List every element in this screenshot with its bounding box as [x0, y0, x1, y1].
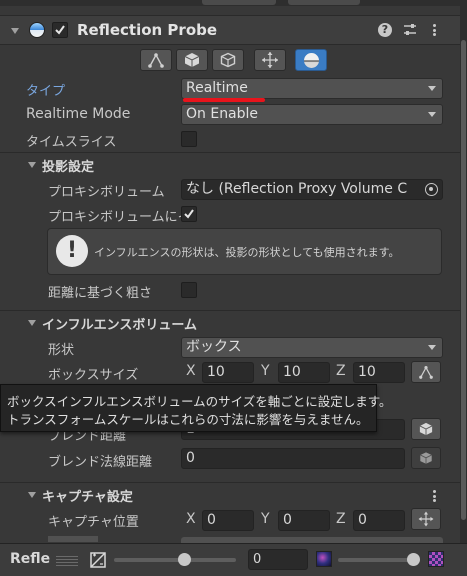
capture-section-header[interactable]: キャプチャ設定	[0, 482, 460, 506]
move-probe-origin-tool[interactable]	[254, 49, 286, 71]
exposure-slider[interactable]	[114, 553, 236, 566]
box-size-z-field[interactable]: 10	[353, 362, 405, 383]
shape-label: 形状	[48, 343, 75, 358]
projection-section-title: 投影設定	[42, 160, 95, 175]
info-help-box: ! インフルエンスの形状は、投影の形状としても使用されます。	[47, 228, 442, 275]
capture-foldout-icon[interactable]	[28, 492, 36, 498]
bounds-icon	[419, 366, 433, 379]
component-title: Reflection Probe	[77, 21, 218, 39]
projection-foldout-icon[interactable]	[28, 162, 36, 168]
capture-x-label: X	[186, 511, 196, 527]
help-icon[interactable]: ?	[378, 23, 392, 37]
box-size-y-label: Y	[261, 363, 270, 379]
scrollbar-thumb[interactable]	[461, 40, 466, 520]
capture-z-field[interactable]: 0	[353, 510, 405, 531]
exposure-icon	[90, 552, 106, 568]
influence-section-title: インフルエンスボリューム	[42, 318, 197, 333]
top-button-remnant-left[interactable]	[202, 0, 276, 5]
time-slicing-label: タイムスライス	[26, 135, 117, 150]
use-influence-label: プロキシボリュームにイン	[48, 210, 181, 225]
footer-bar: Refle 0	[0, 543, 467, 576]
reflection-probe-icon	[29, 22, 45, 38]
move-arrows-icon	[418, 511, 434, 527]
environment-icon	[316, 551, 332, 567]
capture-position-label: キャプチャ位置	[48, 515, 139, 530]
blend-normal-edit-button[interactable]	[411, 447, 441, 469]
intensity-slider-thumb[interactable]	[406, 553, 420, 566]
type-label: タイプ	[26, 84, 66, 99]
capture-y-label: Y	[261, 511, 270, 527]
sphere-icon	[303, 52, 319, 68]
distance-roughness-checkbox[interactable]	[181, 282, 197, 298]
edit-bounds-inline-button[interactable]	[411, 361, 441, 383]
component-foldout-icon[interactable]	[11, 28, 19, 34]
move-capture-origin-button[interactable]	[411, 508, 441, 530]
blend-normal-distance-field[interactable]: 0	[181, 448, 405, 469]
blend-distance-edit-button[interactable]	[411, 418, 441, 440]
move-arrows-icon	[262, 52, 278, 68]
proxy-volume-label: プロキシボリューム	[48, 185, 165, 200]
exposure-slider-thumb[interactable]	[178, 553, 192, 566]
box-size-x-label: X	[186, 363, 196, 379]
preview-sphere-tool[interactable]	[295, 49, 327, 71]
capture-y-field[interactable]: 0	[278, 510, 330, 531]
type-dropdown[interactable]: Realtime	[181, 78, 443, 99]
influence-foldout-icon[interactable]	[28, 320, 36, 326]
info-icon: !	[56, 235, 88, 267]
projection-section-header[interactable]: 投影設定	[0, 152, 460, 176]
distance-roughness-label: 距離に基づく粗さ	[48, 286, 153, 301]
chevron-down-icon	[428, 112, 436, 117]
influence-section-header[interactable]: インフルエンスボリューム	[0, 310, 460, 334]
cube-outline-icon	[220, 52, 236, 68]
capture-section-title: キャプチャ設定	[42, 490, 133, 505]
footer-value-field[interactable]: 0	[248, 549, 308, 570]
box-size-y-field[interactable]: 10	[278, 362, 330, 383]
proxy-volume-value: なし (Reflection Proxy Volume C	[186, 181, 408, 197]
edit-bounds-tool[interactable]	[140, 49, 172, 71]
box-size-label: ボックスサイズ	[48, 368, 139, 383]
info-message: インフルエンスの形状は、投影の形状としても使用されます。	[94, 246, 400, 259]
capture-x-field[interactable]: 0	[202, 510, 254, 531]
component-menu-icon[interactable]	[433, 24, 436, 36]
cube-outline-icon	[420, 452, 432, 464]
chevron-down-icon	[428, 86, 436, 91]
intensity-slider[interactable]	[338, 553, 420, 566]
proxy-volume-field[interactable]: なし (Reflection Proxy Volume C	[181, 179, 443, 200]
use-influence-checkbox[interactable]	[181, 206, 197, 222]
blend-normal-distance-label: ブレンド法線距離	[48, 455, 153, 470]
realtime-mode-value: On Enable	[186, 106, 259, 122]
capture-menu-icon[interactable]	[433, 490, 436, 502]
shape-value: ボックス	[186, 339, 242, 355]
cube-solid-icon	[419, 422, 433, 436]
bounds-icon	[148, 53, 164, 68]
footer-label: Refle	[10, 551, 51, 567]
chevron-down-icon	[428, 345, 436, 350]
environment-checker-icon	[428, 551, 444, 567]
box-size-tooltip: ボックスインフルエンスボリュームのサイズを軸ごとに設定します。 トランスフォーム…	[0, 384, 392, 432]
tooltip-line-1: ボックスインフルエンスボリュームのサイズを軸ごとに設定します。	[7, 394, 392, 409]
component-enabled-checkbox[interactable]	[52, 22, 68, 38]
tooltip-line-2: トランスフォームスケールはこれらの寸法に影響を与えません。	[7, 412, 369, 427]
box-size-z-label: Z	[336, 363, 346, 379]
capture-z-label: Z	[336, 511, 346, 527]
shape-dropdown[interactable]: ボックス	[181, 337, 443, 358]
next-row-partial	[48, 536, 98, 542]
edit-cube-tool[interactable]	[212, 49, 244, 71]
object-picker-icon[interactable]	[425, 183, 438, 196]
red-underline-annotation	[183, 98, 265, 102]
component-header[interactable]: Reflection Probe ?	[0, 15, 460, 45]
top-button-remnant-right[interactable]	[288, 0, 360, 5]
cube-solid-icon	[184, 53, 200, 67]
realtime-mode-label: Realtime Mode	[26, 106, 131, 122]
edit-box-tool[interactable]	[176, 49, 208, 71]
realtime-mode-dropdown[interactable]: On Enable	[181, 104, 443, 125]
type-value: Realtime	[186, 80, 248, 96]
time-slicing-checkbox[interactable]	[181, 131, 197, 147]
drag-handle-icon[interactable]	[56, 554, 78, 566]
box-size-x-field[interactable]: 10	[202, 362, 254, 383]
presets-icon[interactable]	[402, 22, 418, 38]
